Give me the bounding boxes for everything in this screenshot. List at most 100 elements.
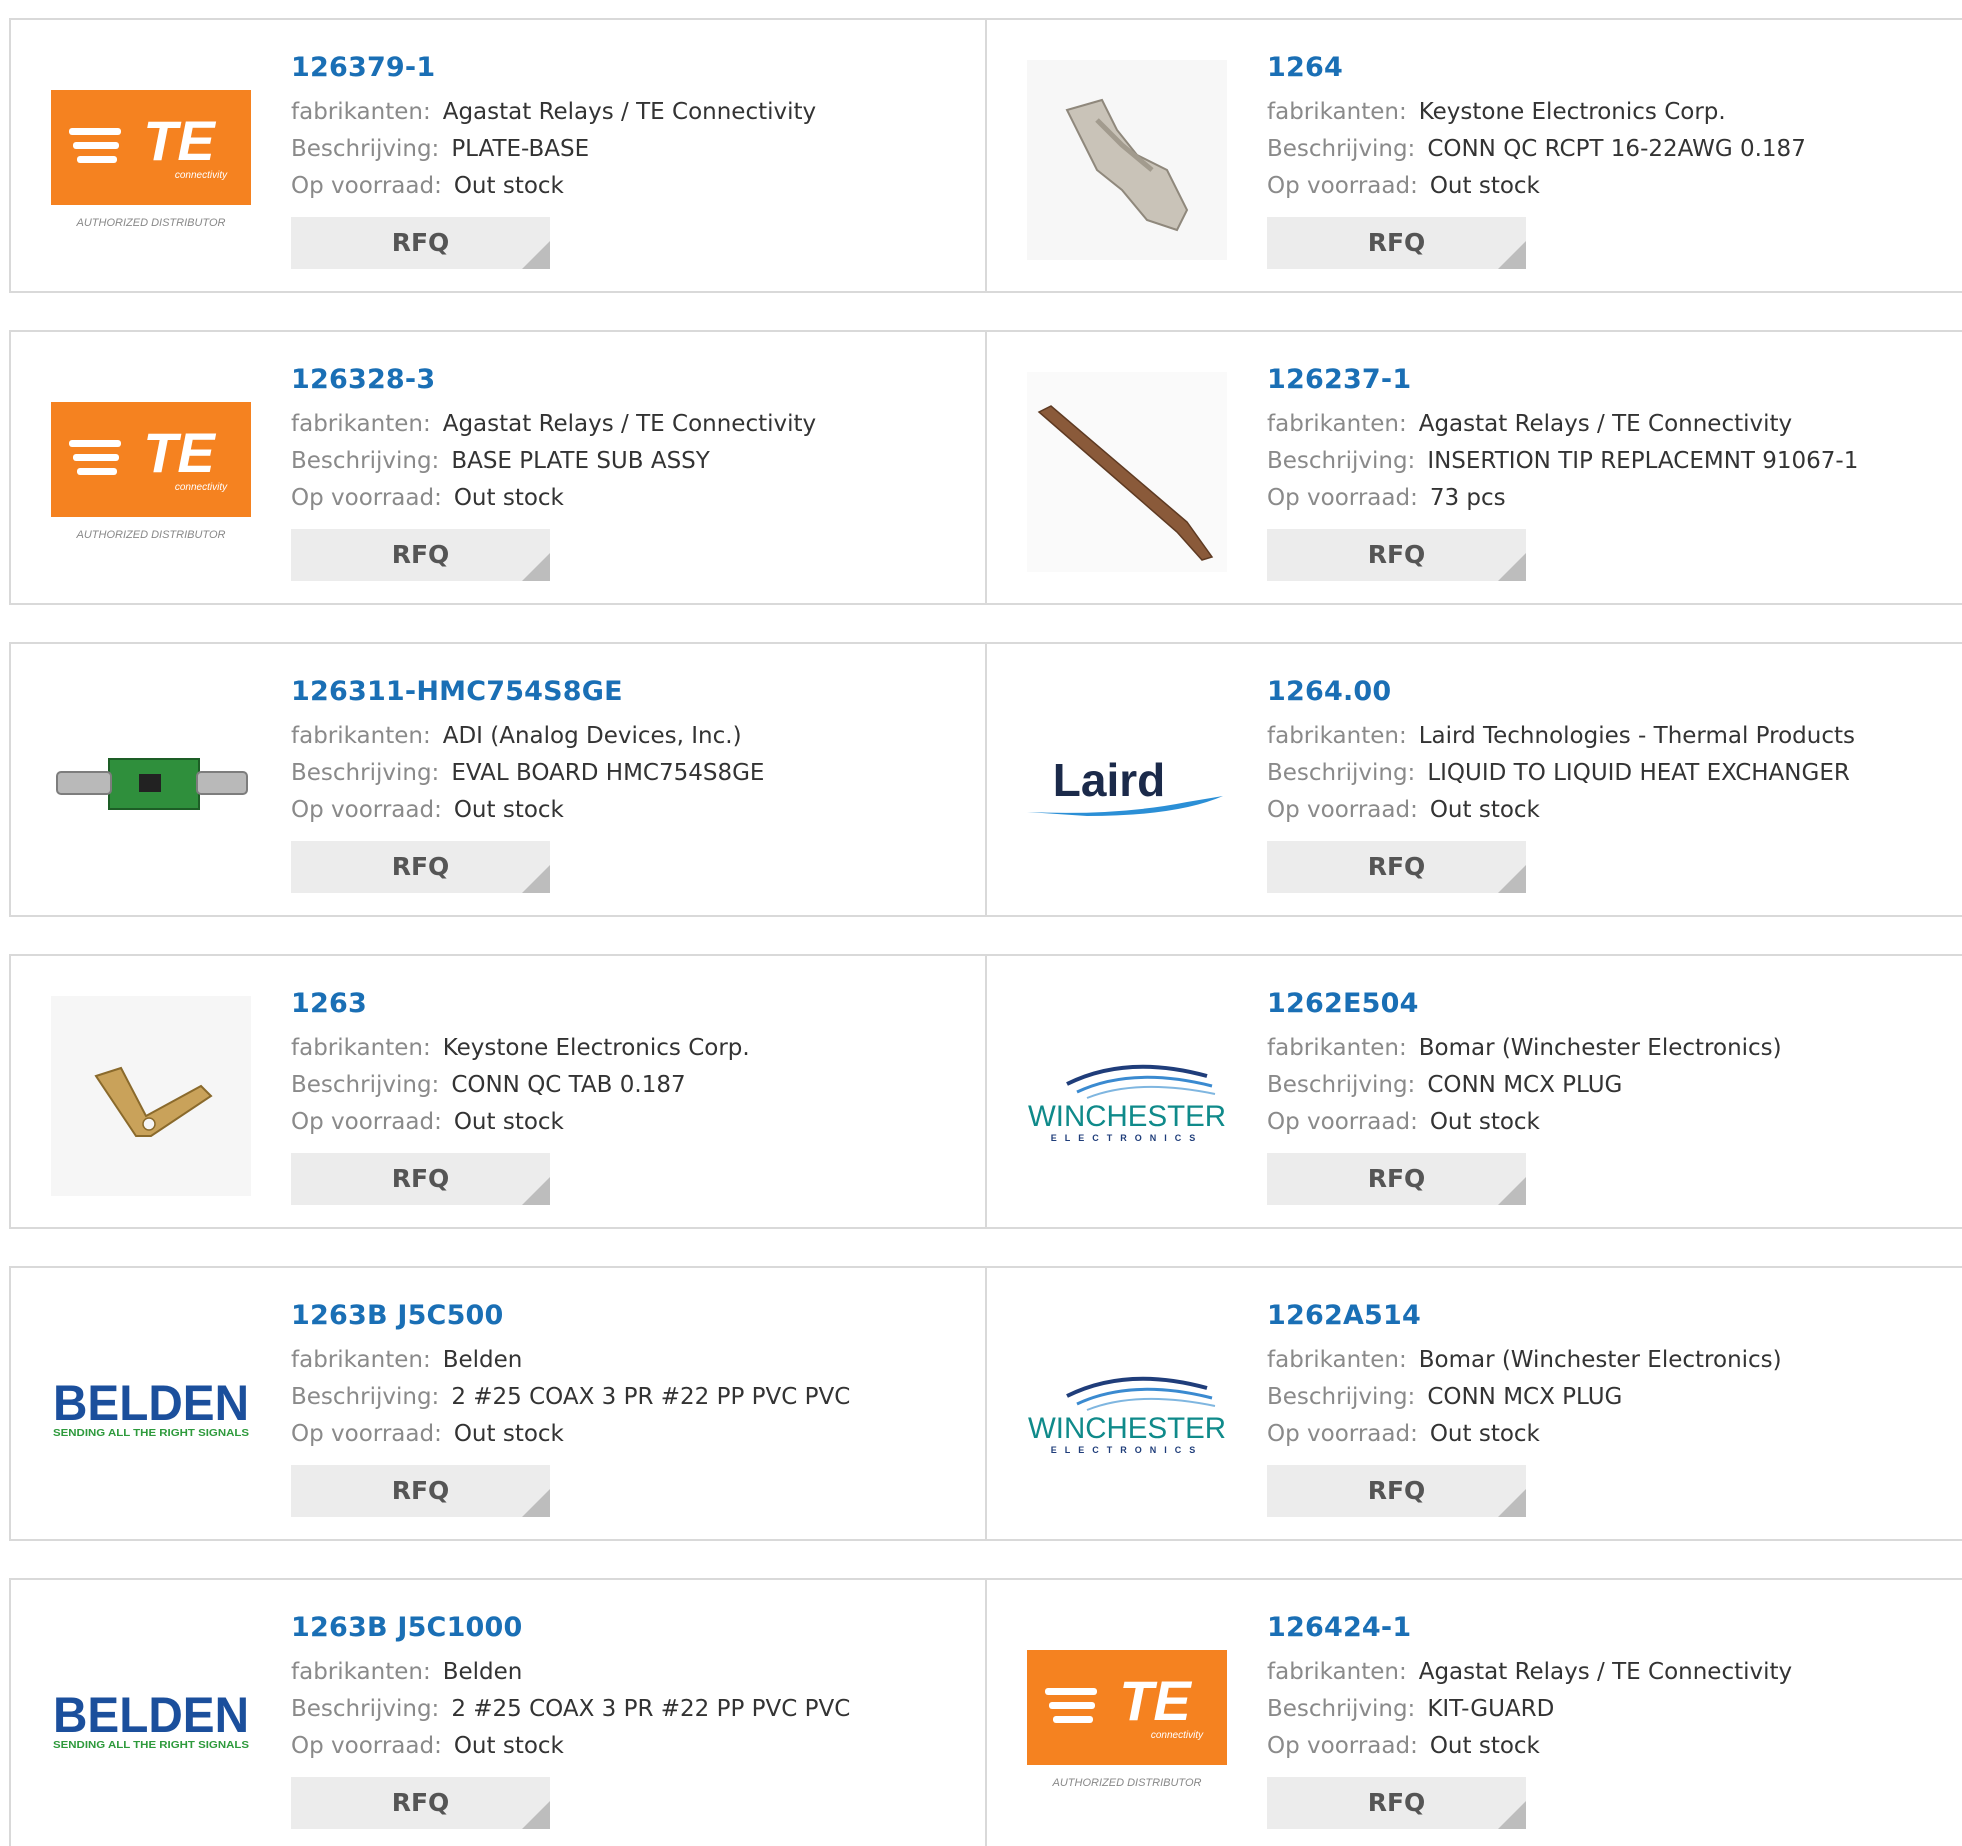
manufacturer-value: Agastat Relays / TE Connectivity: [1418, 1659, 1793, 1685]
stock-row: Op voorraad: Out stock: [291, 480, 816, 517]
rfq-button[interactable]: RFQ: [291, 841, 550, 893]
description-value: PLATE-BASE: [451, 136, 590, 162]
manufacturer-row: fabrikanten: Agastat Relays / TE Connecti…: [1267, 1654, 1792, 1691]
part-number-link[interactable]: 126379-1: [291, 50, 816, 86]
te-connectivity-logo[interactable]: TE connectivity AUTHORIZED DISTRIBUTOR: [1027, 1620, 1227, 1820]
stock-row: Op voorraad: Out stock: [1267, 168, 1806, 205]
stock-value: Out stock: [1429, 797, 1540, 823]
description-label: Beschrijving:: [1267, 1696, 1416, 1722]
stock-label: Op voorraad:: [291, 173, 442, 199]
rfq-corner-decoration: [1498, 553, 1526, 581]
manufacturer-row: fabrikanten: Agastat Relays / TE Connecti…: [1267, 406, 1858, 443]
rfq-button[interactable]: RFQ: [1267, 1777, 1526, 1829]
laird-logo[interactable]: Laird: [1027, 684, 1227, 884]
part-number-link[interactable]: 126328-3: [291, 362, 816, 398]
description-value: EVAL BOARD HMC754S8GE: [451, 760, 765, 786]
manufacturer-value: Keystone Electronics Corp.: [442, 1035, 750, 1061]
description-row: Beschrijving: CONN MCX PLUG: [1267, 1067, 1782, 1104]
stock-row: Op voorraad: Out stock: [1267, 1416, 1782, 1453]
rfq-button[interactable]: RFQ: [1267, 1153, 1526, 1205]
stock-value: Out stock: [1429, 1109, 1540, 1135]
product-info: 126328-3 fabrikanten: Agastat Relays / TE …: [291, 362, 816, 581]
rfq-button[interactable]: RFQ: [1267, 841, 1526, 893]
stock-value: Out stock: [453, 1733, 564, 1759]
stock-value: Out stock: [453, 1109, 564, 1135]
manufacturer-label: fabrikanten:: [291, 723, 431, 749]
stock-label: Op voorraad:: [1267, 1421, 1418, 1447]
product-info: 1262E504 fabrikanten: Bomar (Winchester El…: [1267, 986, 1782, 1205]
manufacturer-label: fabrikanten:: [1267, 723, 1407, 749]
quick-connect-receptacle-photo[interactable]: [1027, 60, 1227, 260]
part-number-link[interactable]: 126237-1: [1267, 362, 1858, 398]
manufacturer-value: Agastat Relays / TE Connectivity: [442, 99, 817, 125]
manufacturer-label: fabrikanten:: [1267, 411, 1407, 437]
belden-logo[interactable]: BELDEN SENDING ALL THE RIGHT SIGNALS: [51, 1308, 251, 1508]
stock-value: Out stock: [1429, 1421, 1540, 1447]
description-row: Beschrijving: 2 #25 COAX 3 PR #22 PP PVC …: [291, 1379, 850, 1416]
part-number-link[interactable]: 126424-1: [1267, 1610, 1792, 1646]
rfq-button[interactable]: RFQ: [291, 1777, 550, 1829]
rfq-button[interactable]: RFQ: [291, 529, 550, 581]
description-value: CONN MCX PLUG: [1427, 1072, 1623, 1098]
rfq-button[interactable]: RFQ: [1267, 217, 1526, 269]
rfq-label: RFQ: [391, 1788, 450, 1817]
description-label: Beschrijving:: [291, 1072, 440, 1098]
te-connectivity-logo[interactable]: TE connectivity AUTHORIZED DISTRIBUTOR: [51, 60, 251, 260]
winchester-logo[interactable]: WINCHESTER ELECTRONICS: [1027, 1308, 1227, 1508]
product-info: 1263B J5C1000 fabrikanten: Belden Beschrijv…: [291, 1610, 850, 1829]
product-info: 126379-1 fabrikanten: Agastat Relays / TE …: [291, 50, 816, 269]
description-label: Beschrijving:: [291, 448, 440, 474]
part-number-link[interactable]: 1263: [291, 986, 750, 1022]
rfq-button[interactable]: RFQ: [291, 1465, 550, 1517]
part-number-link[interactable]: 1263B J5C500: [291, 1298, 850, 1334]
stock-value: Out stock: [453, 1421, 564, 1447]
manufacturer-value: Laird Technologies - Thermal Products: [1418, 723, 1855, 749]
manufacturer-row: fabrikanten: Laird Technologies - Thermal…: [1267, 718, 1855, 755]
eval-board-photo[interactable]: [51, 684, 251, 884]
rfq-label: RFQ: [1367, 540, 1426, 569]
manufacturer-row: fabrikanten: Agastat Relays / TE Connecti…: [291, 406, 816, 443]
manufacturer-label: fabrikanten:: [1267, 99, 1407, 125]
insertion-tip-photo[interactable]: [1027, 372, 1227, 572]
part-number-link[interactable]: 126311-HMC754S8GE: [291, 674, 764, 710]
rfq-corner-decoration: [522, 553, 550, 581]
part-number-link[interactable]: 1262A514: [1267, 1298, 1782, 1334]
manufacturer-label: fabrikanten:: [1267, 1659, 1407, 1685]
rfq-corner-decoration: [1498, 1801, 1526, 1829]
part-number-link[interactable]: 1263B J5C1000: [291, 1610, 850, 1646]
rfq-button[interactable]: RFQ: [291, 217, 550, 269]
description-row: Beschrijving: INSERTION TIP REPLACEMNT 91…: [1267, 443, 1858, 480]
description-row: Beschrijving: LIQUID TO LIQUID HEAT EXCHA…: [1267, 755, 1855, 792]
te-connectivity-logo[interactable]: TE connectivity AUTHORIZED DISTRIBUTOR: [51, 372, 251, 572]
part-number-link[interactable]: 1264.00: [1267, 674, 1855, 710]
description-label: Beschrijving:: [1267, 448, 1416, 474]
rfq-label: RFQ: [391, 1476, 450, 1505]
rfq-button[interactable]: RFQ: [291, 1153, 550, 1205]
part-number-link[interactable]: 1264: [1267, 50, 1806, 86]
product-card: 1263 fabrikanten: Keystone Electronics Cor…: [9, 954, 987, 1229]
logo-subtext: SENDING ALL THE RIGHT SIGNALS: [53, 1428, 249, 1439]
logo-caption: AUTHORIZED DISTRIBUTOR: [76, 217, 226, 229]
description-label: Beschrijving:: [1267, 760, 1416, 786]
belden-logo[interactable]: BELDEN SENDING ALL THE RIGHT SIGNALS: [51, 1620, 251, 1820]
description-value: BASE PLATE SUB ASSY: [451, 448, 710, 474]
product-info: 126237-1 fabrikanten: Agastat Relays / TE …: [1267, 362, 1858, 581]
rfq-label: RFQ: [391, 852, 450, 881]
manufacturer-row: fabrikanten: Belden: [291, 1654, 850, 1691]
logo-text: WINCHESTER: [1028, 1412, 1226, 1445]
product-card: WINCHESTER ELECTRONICS 1262A514 fabrikanten…: [987, 1266, 1962, 1541]
part-number-link[interactable]: 1262E504: [1267, 986, 1782, 1022]
rfq-button[interactable]: RFQ: [1267, 529, 1526, 581]
description-value: KIT-GUARD: [1427, 1696, 1555, 1722]
rfq-button[interactable]: RFQ: [1267, 1465, 1526, 1517]
description-label: Beschrijving:: [1267, 1384, 1416, 1410]
manufacturer-value: Agastat Relays / TE Connectivity: [1418, 411, 1793, 437]
stock-row: Op voorraad: Out stock: [291, 792, 764, 829]
winchester-logo[interactable]: WINCHESTER ELECTRONICS: [1027, 996, 1227, 1196]
description-value: 2 #25 COAX 3 PR #22 PP PVC PVC: [451, 1384, 851, 1410]
product-card: 126237-1 fabrikanten: Agastat Relays / TE …: [987, 330, 1962, 605]
stock-label: Op voorraad:: [1267, 485, 1418, 511]
rfq-label: RFQ: [391, 228, 450, 257]
manufacturer-value: Keystone Electronics Corp.: [1418, 99, 1726, 125]
quick-connect-tab-photo[interactable]: [51, 996, 251, 1196]
